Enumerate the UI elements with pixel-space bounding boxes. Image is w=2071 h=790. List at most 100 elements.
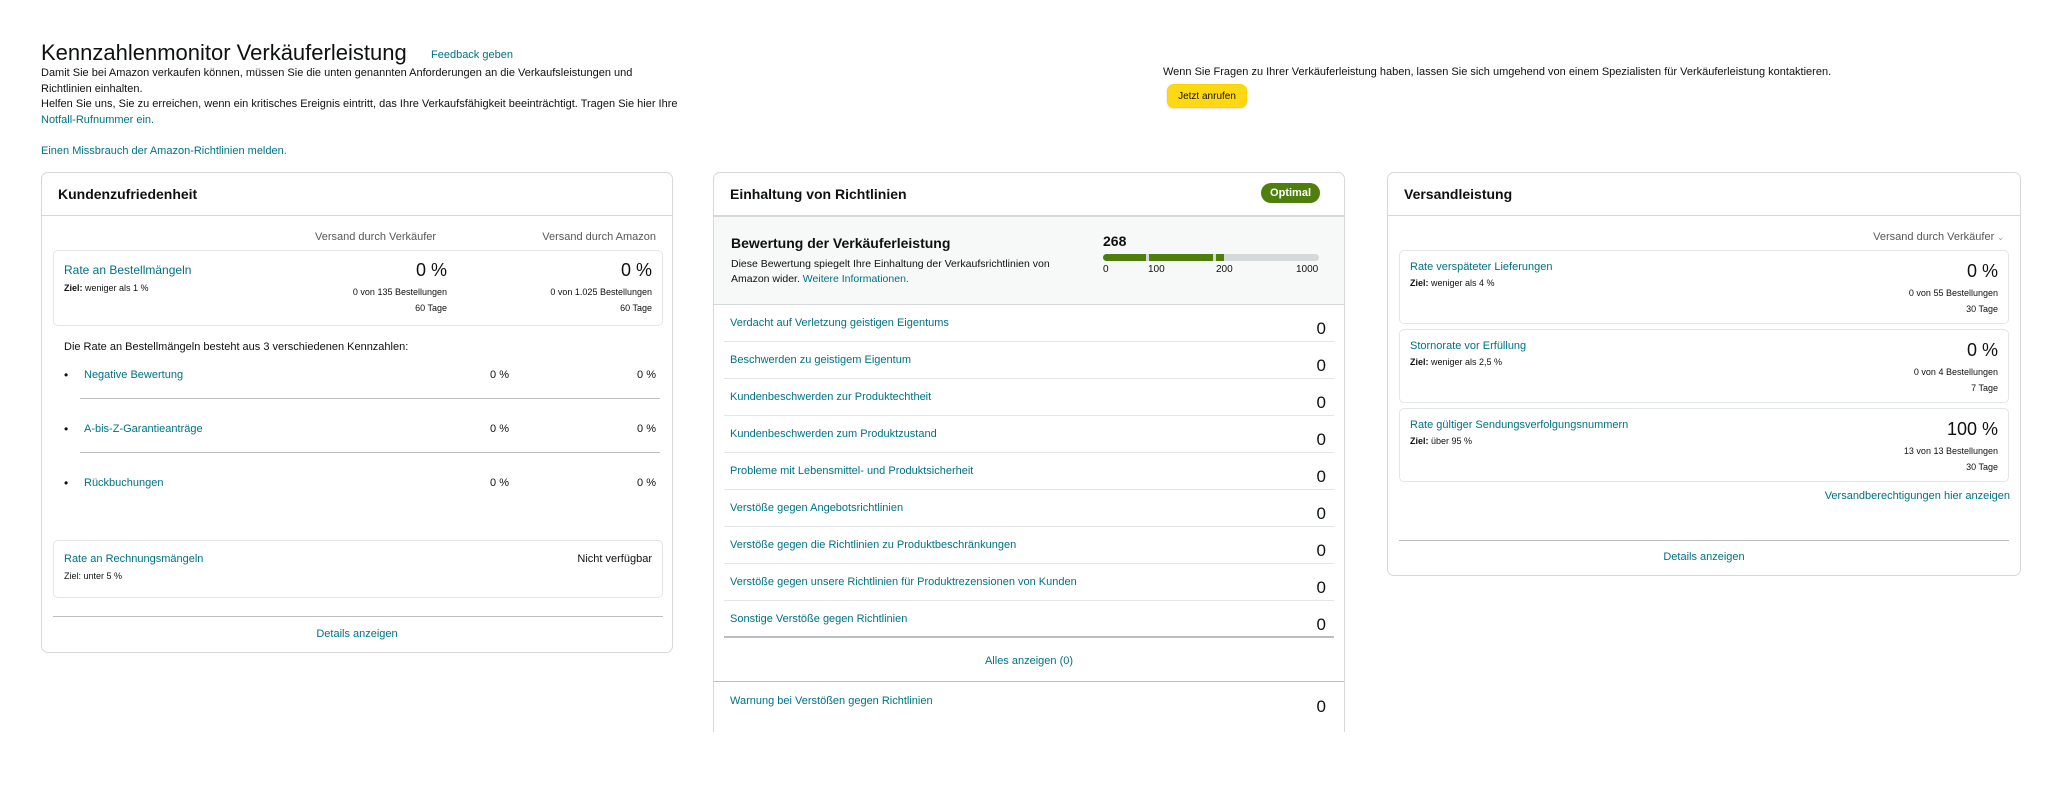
- chevron-down-icon: ⌄: [1997, 233, 2004, 242]
- divider: [80, 452, 660, 453]
- cancellation-rate-link[interactable]: Stornorate vor Erfüllung: [1410, 340, 1526, 352]
- target-value: weniger als 1 %: [82, 283, 149, 293]
- policy-row-link[interactable]: Verdacht auf Verletzung geistigen Eigent…: [730, 317, 949, 329]
- invoice-defect-rate-link[interactable]: Rate an Rechnungsmängeln: [64, 553, 203, 565]
- policy-row: Verstöße gegen Angebotsrichtlinien 0: [724, 490, 1334, 527]
- amazon-value: 0 %: [637, 369, 656, 381]
- emergency-number-link[interactable]: Notfall-Rufnummer ein.: [41, 114, 154, 126]
- score-value: 268: [1103, 233, 1127, 249]
- a-to-z-claims-link[interactable]: A-bis-Z-Garantieanträge: [84, 423, 203, 435]
- target-label: Ziel:: [1410, 436, 1429, 446]
- cancellation-value: 0 %: [1966, 340, 1998, 360]
- target-label: Ziel:: [1410, 278, 1429, 288]
- policy-row: Probleme mit Lebensmittel- und Produktsi…: [724, 453, 1334, 490]
- policy-row: Verdacht auf Verletzung geistigen Eigent…: [724, 305, 1334, 342]
- policy-row-link[interactable]: Verstöße gegen Angebotsrichtlinien: [730, 502, 903, 514]
- target-text: Ziel: weniger als 1 %: [64, 283, 149, 293]
- amazon-odr-value: 0 %: [620, 260, 652, 280]
- intro-line-1: Damit Sie bei Amazon verkaufen können, m…: [41, 67, 633, 95]
- policy-row-link[interactable]: Kundenbeschwerden zum Produktzustand: [730, 428, 937, 440]
- seller-odr-period: 60 Tage: [415, 303, 447, 313]
- call-now-button[interactable]: Jetzt anrufen: [1167, 84, 1247, 108]
- more-info-link[interactable]: Weitere Informationen.: [803, 273, 909, 285]
- card-title: Kundenzufriedenheit: [58, 186, 198, 202]
- intro-text: Damit Sie bei Amazon verkaufen können, m…: [41, 66, 681, 128]
- amazon-odr-count: 0 von 1.025 Bestellungen: [550, 287, 652, 297]
- amazon-odr-period: 60 Tage: [620, 303, 652, 313]
- customer-details-link[interactable]: Details anzeigen: [42, 628, 672, 640]
- target-text: Ziel: weniger als 4 %: [1410, 278, 1495, 288]
- seller-value: 0 %: [490, 477, 509, 489]
- divider: [80, 398, 660, 399]
- seller-odr-count: 0 von 135 Bestellungen: [352, 287, 447, 297]
- policy-row-link[interactable]: Probleme mit Lebensmittel- und Produktsi…: [730, 465, 973, 477]
- report-abuse-link[interactable]: Einen Missbrauch der Amazon-Richtlinien …: [41, 145, 287, 157]
- bullet: •: [64, 476, 69, 490]
- divider: [1388, 215, 2020, 216]
- late-shipment-rate-link[interactable]: Rate verspäteter Lieferungen: [1410, 261, 1552, 273]
- show-all-link[interactable]: Alles anzeigen (0): [714, 655, 1344, 667]
- policy-compliance-card: Einhaltung von Richtlinien Optimal Bewer…: [713, 172, 1345, 732]
- policy-row-count: 0: [1316, 504, 1326, 523]
- policy-row: Sonstige Verstöße gegen Richtlinien 0: [724, 601, 1334, 638]
- seller-odr-value: 0 %: [415, 260, 447, 280]
- policy-row-link[interactable]: Verstöße gegen unsere Richtlinien für Pr…: [730, 576, 1077, 588]
- policy-row-link[interactable]: Sonstige Verstöße gegen Richtlinien: [730, 613, 907, 625]
- card-title: Einhaltung von Richtlinien: [730, 186, 907, 202]
- policy-row-count: 0: [1316, 467, 1326, 486]
- late-shipment-value: 0 %: [1966, 261, 1998, 281]
- target-value: weniger als 4 %: [1428, 278, 1495, 288]
- negative-feedback-link[interactable]: Negative Bewertung: [84, 369, 183, 381]
- policy-row-count: 0: [1316, 430, 1326, 449]
- customer-satisfaction-card: Kundenzufriedenheit Versand durch Verkäu…: [41, 172, 673, 653]
- scale-tick: 200: [1216, 264, 1233, 275]
- valid-tracking-value: 100 %: [1946, 419, 1998, 439]
- fulfillment-channel-value: Versand durch Verkäufer: [1873, 231, 1995, 243]
- policy-row-link[interactable]: Kundenbeschwerden zur Produktechtheit: [730, 391, 931, 403]
- policy-row-link[interactable]: Beschwerden zu geistigem Eigentum: [730, 354, 911, 366]
- policy-row-count: 0: [1316, 541, 1326, 560]
- chargebacks-link[interactable]: Rückbuchungen: [84, 477, 164, 489]
- seller-value: 0 %: [490, 369, 509, 381]
- target-value: über 95 %: [1428, 436, 1473, 446]
- divider: [1399, 540, 2009, 541]
- bullet: •: [64, 368, 69, 382]
- odr-breakdown-heading: Die Rate an Bestellmängeln besteht aus 3…: [64, 341, 409, 353]
- divider: [53, 616, 663, 617]
- amazon-value: 0 %: [637, 423, 656, 435]
- policy-row-count: 0: [1316, 356, 1326, 375]
- policy-row: Beschwerden zu geistigem Eigentum 0: [724, 342, 1334, 379]
- scale-tick: 100: [1148, 264, 1165, 275]
- late-shipment-period: 30 Tage: [1966, 304, 1998, 314]
- valid-tracking-period: 30 Tage: [1966, 462, 1998, 472]
- late-shipment-count: 0 von 55 Bestellungen: [1908, 288, 1998, 298]
- shipping-details-link[interactable]: Details anzeigen: [1388, 551, 2020, 563]
- contact-text: Wenn Sie Fragen zu Ihrer Verkäuferleistu…: [1163, 66, 1832, 78]
- valid-tracking-rate-box: Rate gültiger Sendungsverfolgungsnummern…: [1399, 408, 2009, 482]
- target-text: Ziel: über 95 %: [1410, 436, 1472, 446]
- invoice-value: Nicht verfügbar: [577, 553, 652, 565]
- score-bar-segment: [1216, 254, 1224, 261]
- target-label: Ziel:: [64, 283, 83, 293]
- policy-row-count: 0: [1316, 578, 1326, 597]
- policy-warning-link[interactable]: Warnung bei Verstößen gegen Richtlinien: [730, 695, 933, 707]
- seller-value: 0 %: [490, 423, 509, 435]
- score-bar-segment: [1103, 254, 1146, 261]
- policy-row-link[interactable]: Verstöße gegen die Richtlinien zu Produk…: [730, 539, 1016, 551]
- cancellation-count: 0 von 4 Bestellungen: [1913, 367, 1998, 377]
- late-shipment-rate-box: Rate verspäteter Lieferungen Ziel: wenig…: [1399, 250, 2009, 324]
- column-header-seller: Versand durch Verkäufer: [315, 231, 437, 243]
- feedback-link[interactable]: Feedback geben: [431, 49, 513, 61]
- intro-line-2-text: Helfen Sie uns, Sie zu erreichen, wenn e…: [41, 98, 678, 110]
- bullet: •: [64, 422, 69, 436]
- score-title: Bewertung der Verkäuferleistung: [731, 235, 951, 251]
- valid-tracking-rate-link[interactable]: Rate gültiger Sendungsverfolgungsnummern: [1410, 419, 1628, 431]
- shipping-performance-card: Versandleistung Versand durch Verkäufer …: [1387, 172, 2021, 576]
- scale-tick: 0: [1103, 264, 1109, 275]
- intro-line-2: Helfen Sie uns, Sie zu erreichen, wenn e…: [41, 97, 681, 128]
- shipping-permissions-link[interactable]: Versandberechtigungen hier anzeigen: [1825, 490, 2010, 502]
- divider: [42, 215, 672, 216]
- valid-tracking-count: 13 von 13 Bestellungen: [1903, 446, 1998, 456]
- order-defect-rate-link[interactable]: Rate an Bestellmängeln: [64, 263, 191, 277]
- fulfillment-channel-select[interactable]: Versand durch Verkäufer ⌄: [1873, 231, 2004, 243]
